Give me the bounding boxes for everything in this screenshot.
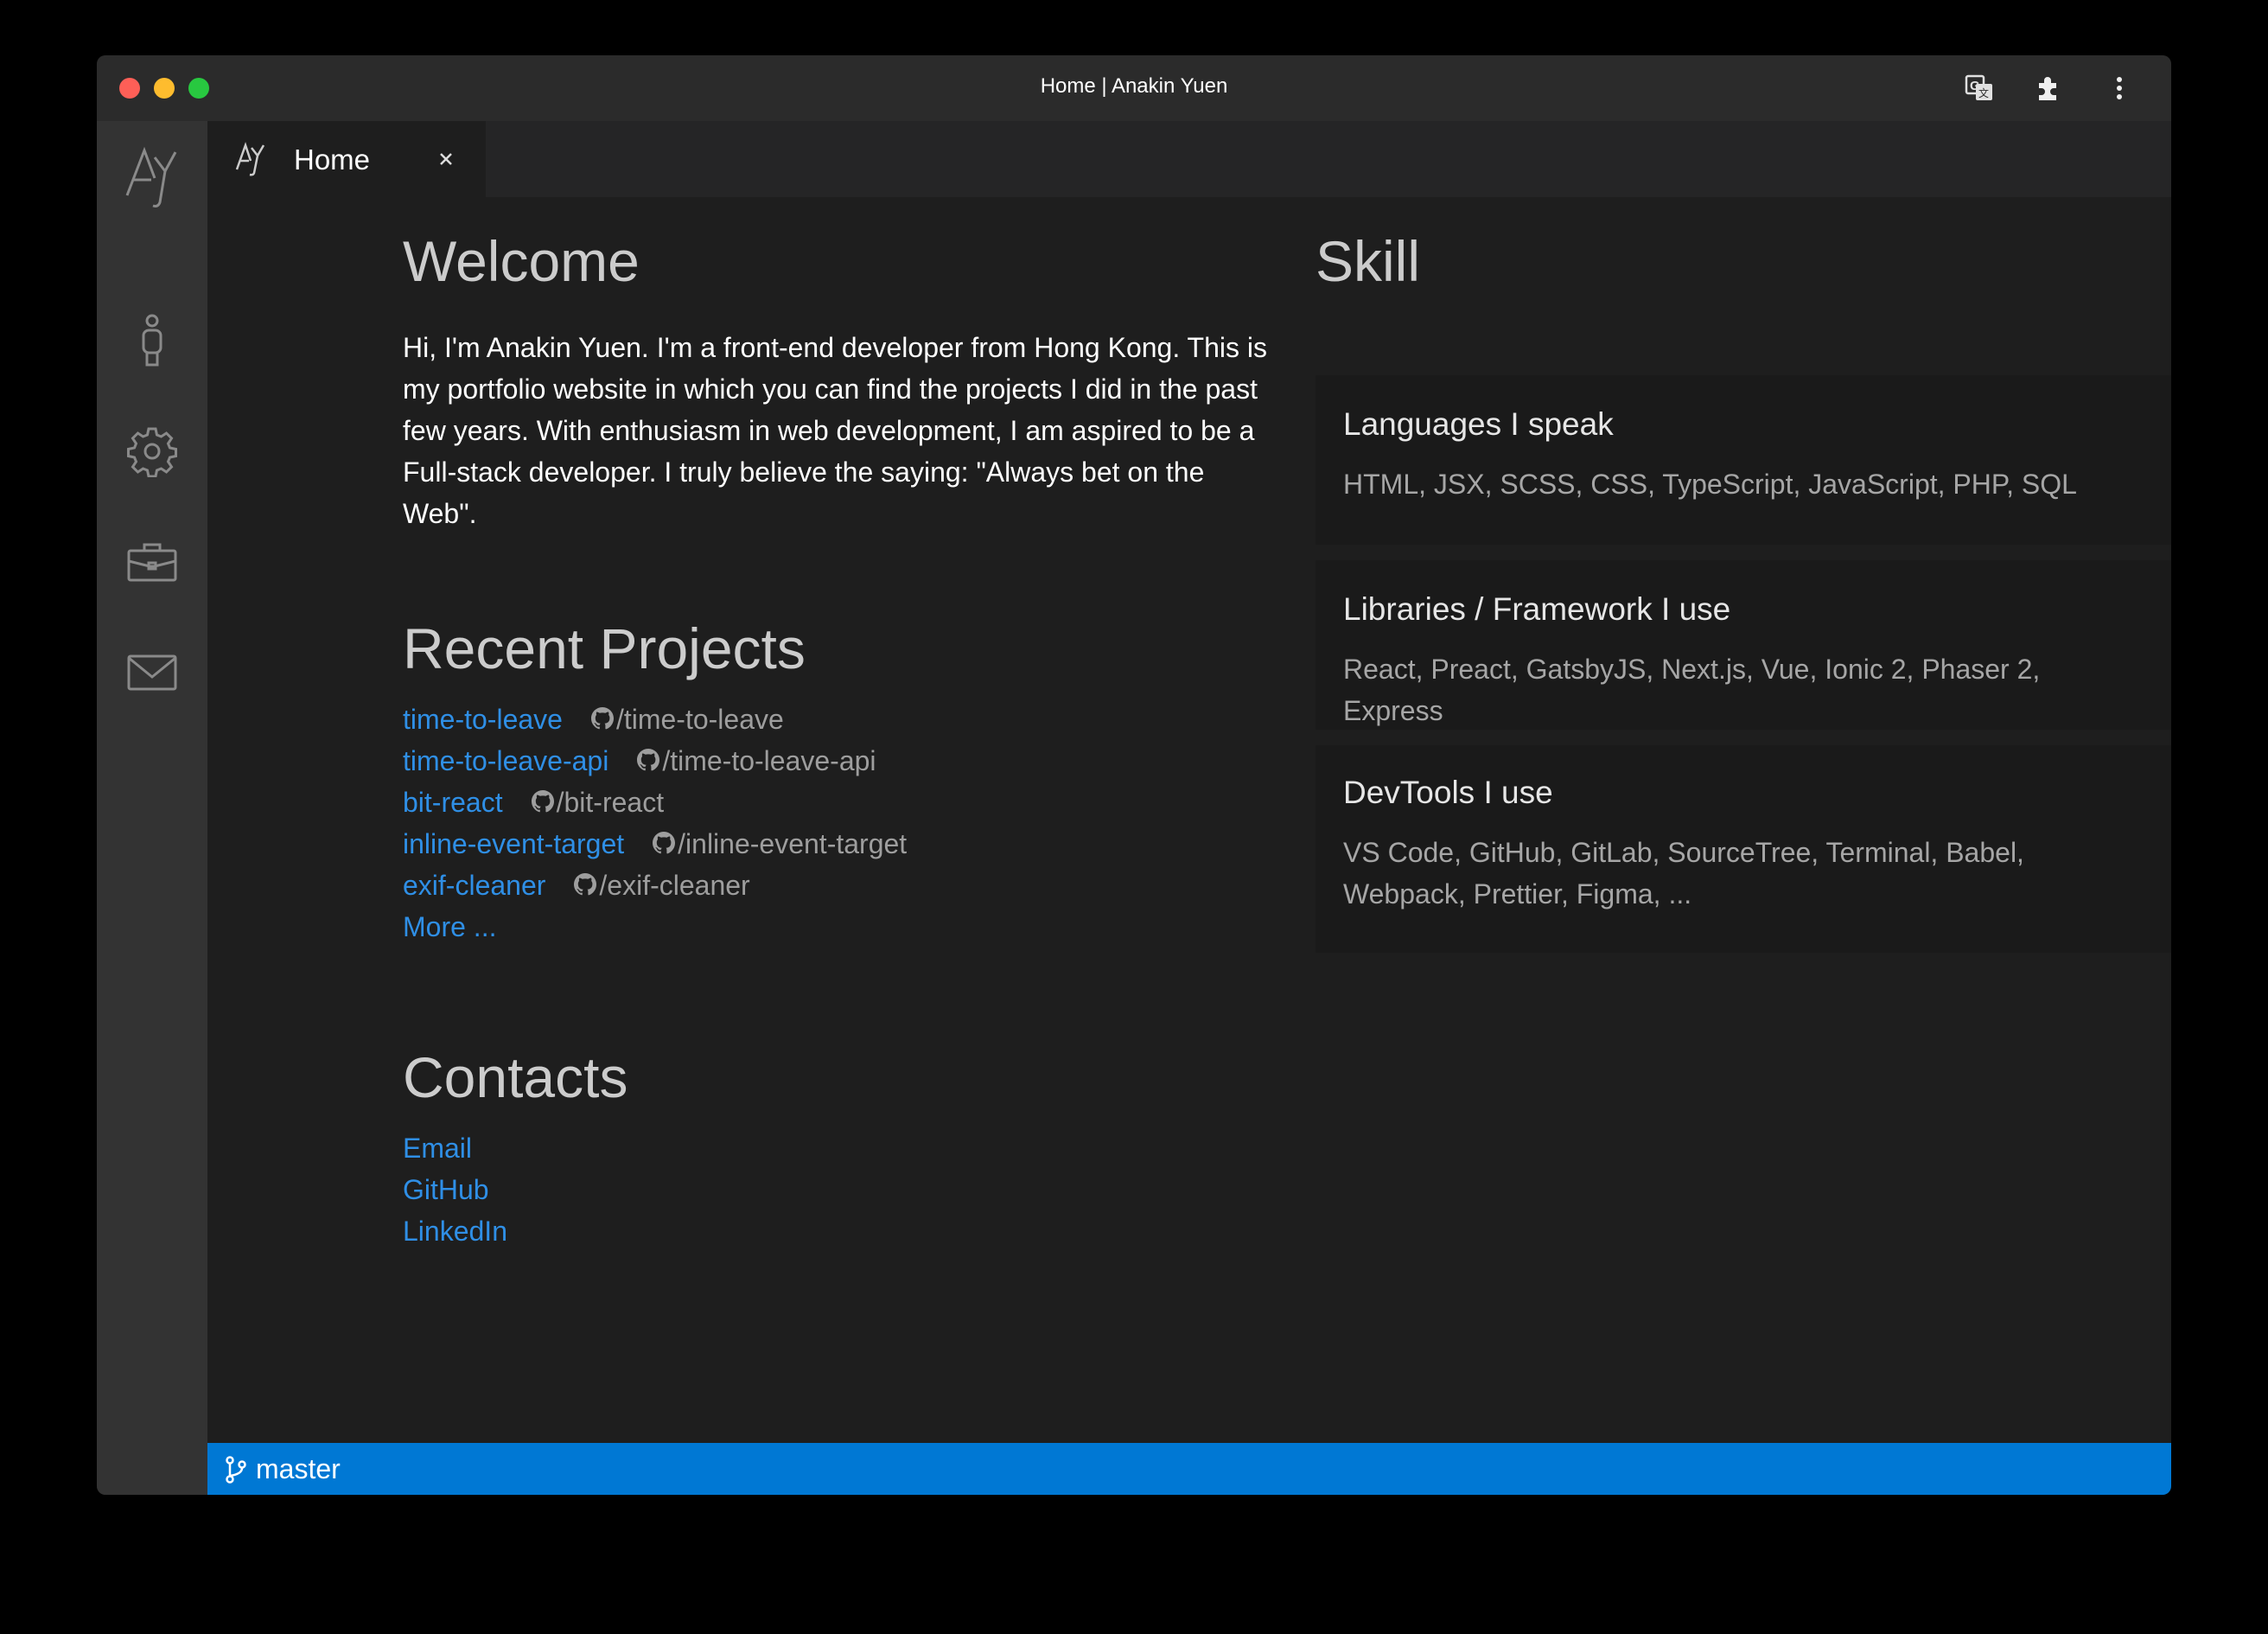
project-row: inline-event-target/inline-event-target bbox=[403, 823, 907, 865]
close-icon[interactable] bbox=[434, 147, 458, 171]
card-body: VS Code, GitHub, GitLab, SourceTree, Ter… bbox=[1343, 837, 2024, 910]
mail-icon bbox=[127, 654, 177, 691]
skill-heading: Skill bbox=[1316, 229, 1421, 293]
linkedin-link[interactable]: LinkedIn bbox=[403, 1210, 507, 1252]
contacts-heading: Contacts bbox=[403, 1045, 628, 1109]
more-menu-icon[interactable] bbox=[2104, 73, 2135, 104]
project-row: time-to-leave/time-to-leave bbox=[403, 699, 907, 740]
project-repo-label: /bit-react bbox=[556, 787, 665, 818]
project-repo-label: /exif-cleaner bbox=[599, 870, 750, 901]
tab-bar: Home bbox=[207, 121, 2171, 197]
project-repo-link[interactable]: /inline-event-target bbox=[650, 828, 907, 859]
more-projects-row: More ... bbox=[403, 906, 907, 948]
github-icon bbox=[637, 749, 660, 771]
project-link[interactable]: bit-react bbox=[403, 787, 503, 818]
extensions-icon[interactable] bbox=[2033, 73, 2064, 104]
recent-projects-heading: Recent Projects bbox=[403, 616, 806, 680]
person-icon bbox=[142, 314, 162, 367]
logo-icon bbox=[125, 146, 177, 207]
github-icon bbox=[531, 790, 554, 813]
browser-window: Home | Anakin Yuen G 文 Home Welcome Hi, … bbox=[97, 55, 2171, 1495]
card-body: React, Preact, GatsbyJS, Next.js, Vue, I… bbox=[1343, 654, 2041, 726]
title-bar: Home | Anakin Yuen G 文 bbox=[97, 55, 2171, 121]
contact-list: Email GitHub LinkedIn bbox=[403, 1127, 507, 1252]
project-link[interactable]: inline-event-target bbox=[403, 828, 624, 859]
project-repo-label: /inline-event-target bbox=[678, 828, 908, 859]
activity-projects[interactable] bbox=[97, 519, 207, 605]
welcome-text: Hi, I'm Anakin Yuen. I'm a front-end dev… bbox=[403, 332, 1267, 529]
project-link[interactable]: time-to-leave bbox=[403, 704, 563, 735]
card-title: Libraries / Framework I use bbox=[1343, 591, 1731, 627]
more-projects-link[interactable]: More ... bbox=[403, 911, 496, 942]
github-link[interactable]: GitHub bbox=[403, 1169, 507, 1210]
editor-area: Welcome Hi, I'm Anakin Yuen. I'm a front… bbox=[207, 197, 2171, 1443]
activity-about[interactable] bbox=[97, 297, 207, 384]
skill-card-devtools: DevTools I use VS Code, GitHub, GitLab, … bbox=[1316, 745, 2171, 953]
project-repo-link[interactable]: /exif-cleaner bbox=[571, 870, 750, 901]
project-list: time-to-leave/time-to-leave time-to-leav… bbox=[403, 699, 907, 948]
logo-icon bbox=[235, 142, 265, 176]
project-link[interactable]: exif-cleaner bbox=[403, 870, 545, 901]
skill-card-libraries: Libraries / Framework I use React, Preac… bbox=[1316, 560, 2171, 730]
activity-bar bbox=[97, 121, 207, 1495]
status-bar: master bbox=[207, 1443, 2171, 1495]
activity-contact[interactable] bbox=[97, 629, 207, 716]
window-title: Home | Anakin Yuen bbox=[1040, 74, 1228, 98]
skill-card-languages: Languages I speak HTML, JSX, SCSS, CSS, … bbox=[1316, 375, 2171, 545]
welcome-heading: Welcome bbox=[403, 229, 640, 293]
project-repo-link[interactable]: /bit-react bbox=[529, 787, 664, 818]
project-link[interactable]: time-to-leave-api bbox=[403, 745, 608, 776]
project-repo-label: /time-to-leave bbox=[615, 704, 784, 735]
activity-skills[interactable] bbox=[97, 408, 207, 495]
svg-text:文: 文 bbox=[1978, 86, 1989, 99]
project-row: bit-react/bit-react bbox=[403, 782, 907, 823]
tab-home[interactable]: Home bbox=[207, 121, 486, 197]
tab-label: Home bbox=[294, 144, 371, 176]
project-repo-link[interactable]: /time-to-leave-api bbox=[634, 745, 876, 776]
card-title: Languages I speak bbox=[1343, 406, 1614, 442]
github-icon bbox=[574, 873, 597, 896]
card-title: DevTools I use bbox=[1343, 775, 1553, 810]
branch-name[interactable]: master bbox=[256, 1453, 341, 1485]
card-body: HTML, JSX, SCSS, CSS, TypeScript, JavaSc… bbox=[1343, 469, 2077, 500]
project-repo-label: /time-to-leave-api bbox=[662, 745, 876, 776]
project-repo-link[interactable]: /time-to-leave bbox=[589, 704, 784, 735]
gear-icon bbox=[127, 427, 177, 477]
email-link[interactable]: Email bbox=[403, 1127, 507, 1169]
github-icon bbox=[590, 707, 614, 730]
translate-icon[interactable]: G 文 bbox=[1964, 73, 1995, 104]
briefcase-icon bbox=[127, 543, 177, 582]
project-row: time-to-leave-api/time-to-leave-api bbox=[403, 740, 907, 782]
github-icon bbox=[653, 832, 676, 854]
git-branch-icon bbox=[226, 1456, 246, 1484]
activity-home[interactable] bbox=[97, 133, 207, 220]
project-row: exif-cleaner/exif-cleaner bbox=[403, 865, 907, 906]
